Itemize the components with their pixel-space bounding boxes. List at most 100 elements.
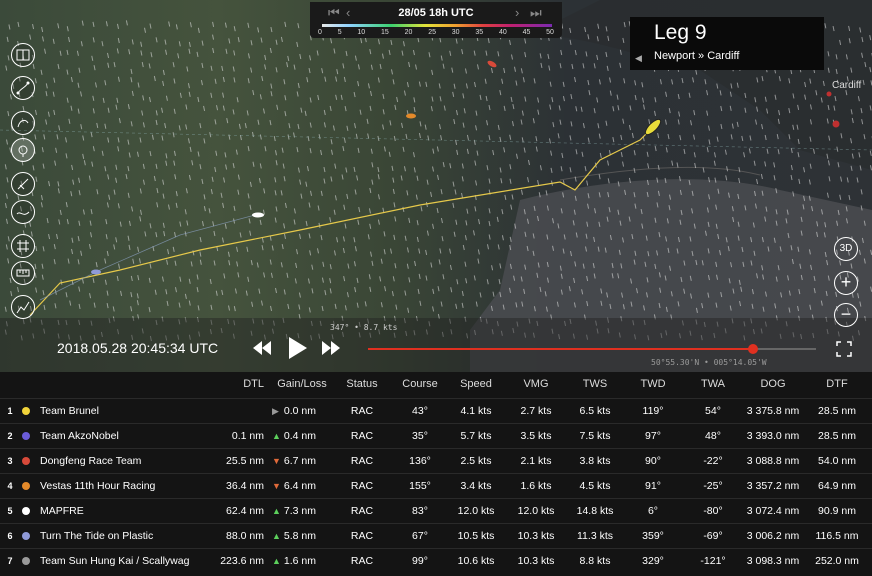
cell-dog: 3 375.8 nm (746, 405, 800, 417)
cell-twa: -22° (703, 455, 723, 467)
table-row[interactable]: 4 Vestas 11th Hour Racing ▼ 6.4 nm 36.4 nm R… (0, 473, 872, 498)
gain-loss: ▲ 0.4 nm (272, 424, 332, 449)
cell-speed: 4.1 kts (460, 405, 492, 417)
play-icon[interactable] (289, 337, 307, 359)
boat-turn-the-tide[interactable] (91, 269, 101, 275)
forecast-date: 28/05 18h UTC (398, 7, 474, 19)
team-name: Team Sun Hung Kai / Scallywag (40, 555, 190, 567)
leg-panel[interactable]: Leg 9 ◀ Newport » Cardiff (630, 17, 824, 70)
cell-dog: 3 006.2 nm (746, 530, 800, 542)
col-twd[interactable]: TWD (626, 372, 680, 397)
cell-speed: 12.0 kts (457, 505, 495, 517)
boat-vestas[interactable] (406, 113, 416, 119)
race-map[interactable]: ⏮ ‹ 28/05 18h UTC › ⏭ 05 10 15 20 25 30 35 … (0, 0, 872, 372)
trend-down-icon: ▼ (272, 481, 281, 491)
table-row[interactable]: 7 Team Sun Hung Kai / Scallywag ▲ 1.6 nm 22… (0, 548, 872, 573)
cell-dtl: 36.4 nm (226, 480, 264, 492)
team-name: Vestas 11th Hour Racing (40, 480, 156, 492)
rank: 6 (7, 531, 13, 541)
cell-dtl: 62.4 nm (226, 505, 264, 517)
cell-vmg: 10.3 kts (517, 530, 555, 542)
gain-loss: ▼ 6.7 nm (272, 449, 332, 474)
cell-tws: 4.5 kts (579, 480, 611, 492)
cell-vmg: 3.5 kts (520, 430, 552, 442)
wind-readout: 347° • 8.7 kts (330, 323, 398, 332)
step-forward-icon[interactable]: › (515, 5, 519, 20)
col-status[interactable]: Status (340, 372, 384, 397)
boat-team-brunel[interactable] (643, 117, 663, 137)
team-color-dot (22, 532, 30, 540)
cell-dtf: 116.5 nm (815, 530, 859, 542)
team-name: Team AkzoNobel (40, 430, 119, 442)
team-color-dot (22, 432, 30, 440)
cell-vmg: 2.1 kts (520, 455, 552, 467)
gain-loss: ▲ 7.3 nm (272, 499, 332, 524)
gain-loss: ▲ 5.8 nm (272, 524, 332, 549)
team-name: Dongfeng Race Team (40, 455, 142, 467)
team-color-dot (22, 407, 30, 415)
cell-tws: 3.8 kts (579, 455, 611, 467)
track-history-icon[interactable] (11, 111, 35, 135)
trend-down-icon: ▼ (272, 456, 281, 466)
cell-course: 155° (409, 480, 431, 492)
cell-dtl: 25.5 nm (226, 455, 264, 467)
leaderboard-table: DTL Gain/Loss Status Course Speed VMG TW… (0, 372, 872, 576)
ruler-icon[interactable] (11, 261, 35, 285)
cell-twd: 359° (642, 530, 664, 542)
col-gain[interactable]: Gain/Loss (272, 372, 332, 397)
trend-up-icon: ▲ (272, 506, 281, 516)
finish-mark (832, 120, 840, 128)
cell-tws: 11.3 kts (577, 530, 613, 542)
table-row[interactable]: 5 MAPFRE ▲ 7.3 nm 62.4 nm RAC 83° 12.0 kts 12.0… (0, 498, 872, 523)
playback-track[interactable] (368, 344, 816, 354)
table-row[interactable]: 1 Team Brunel ▶ 0.0 nm RAC 43° 4.1 kts 2.7 kts… (0, 398, 872, 423)
cell-speed: 10.6 kts (457, 555, 495, 567)
col-twa[interactable]: TWA (686, 372, 740, 397)
team-color-dot (22, 507, 30, 515)
rank: 7 (7, 556, 13, 566)
rewind-icon[interactable] (253, 341, 271, 355)
col-dtl[interactable]: DTL (206, 372, 264, 397)
cell-twa: -25° (703, 480, 723, 492)
map-layers-icon[interactable] (11, 43, 35, 67)
time-slider[interactable]: ⏮ ‹ 28/05 18h UTC › ⏭ 05 10 15 20 25 30 35 … (310, 2, 562, 38)
collapse-arrow-icon[interactable]: ◀ (635, 53, 642, 64)
weather-icon[interactable] (11, 138, 35, 162)
team-name: Turn The Tide on Plastic (40, 530, 154, 542)
cell-tws: 7.5 kts (579, 430, 611, 442)
rank: 1 (7, 406, 13, 416)
route-icon[interactable] (11, 76, 35, 100)
col-dog[interactable]: DOG (740, 372, 806, 397)
table-row[interactable]: 3 Dongfeng Race Team ▼ 6.7 nm 25.5 nm RAC 136… (0, 448, 872, 473)
cell-course: 99° (412, 555, 428, 567)
fullscreen-icon[interactable] (836, 341, 852, 357)
chart-icon[interactable] (11, 295, 35, 319)
cell-status: RAC (350, 430, 374, 442)
trend-flat-icon: ▶ (272, 406, 279, 416)
col-tws[interactable]: TWS (570, 372, 620, 397)
cell-course: 35° (412, 430, 428, 442)
cell-course: 43° (412, 405, 428, 417)
boat-dongfeng[interactable] (486, 59, 497, 68)
playback-progress (368, 348, 754, 350)
wave-icon[interactable] (11, 200, 35, 224)
cursor-position: 50°55.30'N • 005°14.05'W (651, 358, 767, 367)
skip-end-icon[interactable]: ⏭ (530, 5, 542, 21)
zoom-out-icon[interactable]: − (834, 303, 858, 327)
cell-status: RAC (350, 455, 374, 467)
view-3d-button[interactable]: 3D (834, 237, 858, 261)
col-dtf[interactable]: DTF (810, 372, 864, 397)
city-marker (826, 91, 832, 97)
col-course[interactable]: Course (392, 372, 448, 397)
col-vmg[interactable]: VMG (508, 372, 564, 397)
col-speed[interactable]: Speed (452, 372, 500, 397)
wind-icon[interactable] (11, 172, 35, 196)
table-row[interactable]: 6 Turn The Tide on Plastic ▲ 5.8 nm 88.0 nm… (0, 523, 872, 548)
grid-icon[interactable] (11, 234, 35, 258)
fast-forward-icon[interactable] (322, 341, 340, 355)
city-label: Cardiff (832, 80, 862, 91)
cell-status: RAC (350, 555, 374, 567)
zoom-in-icon[interactable]: + (834, 271, 858, 295)
boat-mapfre[interactable] (252, 212, 264, 218)
table-row[interactable]: 2 Team AkzoNobel ▲ 0.4 nm 0.1 nm RAC 35° 5.7 k… (0, 423, 872, 448)
